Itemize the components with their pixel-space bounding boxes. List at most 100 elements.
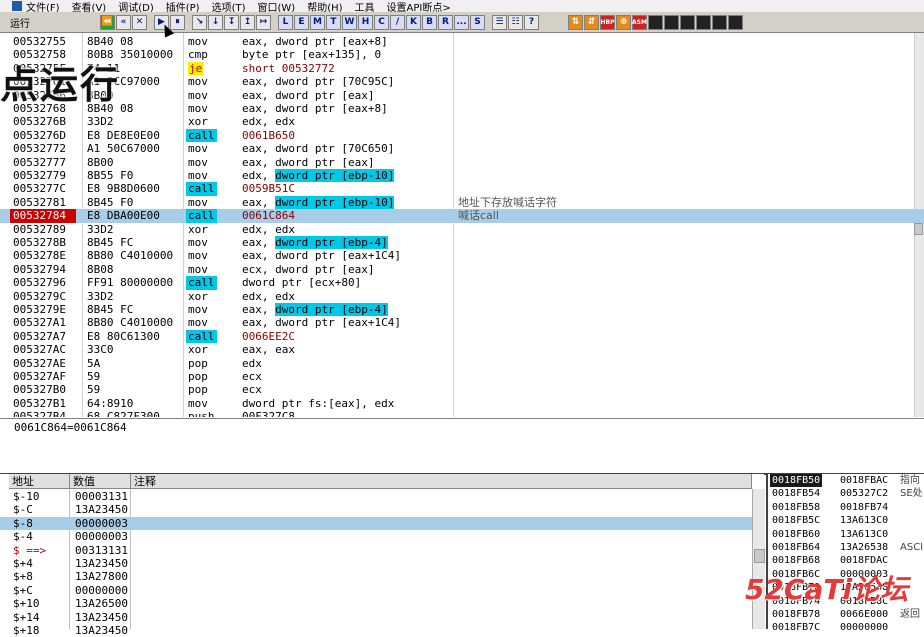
hardware-breakpoint-button[interactable]: HBP: [600, 14, 615, 30]
threads-window-button[interactable]: T: [326, 14, 341, 30]
cpu-window-button[interactable]: C: [374, 14, 389, 30]
stack-row[interactable]: $-10 00003131: [0, 490, 752, 503]
disasm-row[interactable]: 005327AE 5A pop edx: [0, 357, 924, 370]
disasm-row[interactable]: 00532766 8B00 mov eax, dword ptr [eax]: [0, 89, 924, 102]
disasm-row[interactable]: 005327A7 E8 80C61300 call 0066EE2C: [0, 329, 924, 344]
disasm-row[interactable]: 0053276D E8 DE8E0E00 call 0061B650: [0, 128, 924, 143]
help-icon[interactable]: ?: [524, 14, 539, 30]
stack-row[interactable]: $+C 00000000: [0, 584, 752, 597]
disasm-row[interactable]: 005327B0 59 pop ecx: [0, 383, 924, 396]
sort-down-icon[interactable]: ⇵: [584, 14, 599, 30]
disasm-row[interactable]: 00532779 8B55 F0 mov edx, dword ptr [ebp-10…: [0, 169, 924, 182]
disasm-row[interactable]: 00532755 8B40 08 mov eax, dword ptr [eax+8]: [0, 35, 924, 48]
column-header-value[interactable]: 数值: [70, 474, 131, 489]
disasm-row[interactable]: 0053276B 33D2 xor edx, edx: [0, 115, 924, 128]
disasm-row[interactable]: 0053278B 8B45 FC mov eax, dword ptr [ebp-4]: [0, 236, 924, 249]
disasm-row[interactable]: 00532758 80B8 35010000 cmp byte ptr [eax+13…: [0, 48, 924, 61]
disasm-row[interactable]: 00532772 A1 50C67000 mov eax, dword ptr [70…: [0, 142, 924, 155]
dump-row[interactable]: 0018FB60 13A613C0: [768, 528, 924, 541]
trace-into-icon[interactable]: ↧: [224, 14, 239, 30]
disasm-row[interactable]: 005327A1 8B80 C4010000 mov eax, dword ptr […: [0, 316, 924, 329]
blank-button-2[interactable]: [664, 14, 679, 30]
stack-row[interactable]: $-4 00000003: [0, 530, 752, 543]
run-trace-window-button[interactable]: ...: [454, 14, 469, 30]
disasm-row[interactable]: 00532794 8B08 mov ecx, dword ptr [eax]: [0, 263, 924, 276]
disasm-row[interactable]: 0053279E 8B45 FC mov eax, dword ptr [ebp-4]: [0, 303, 924, 316]
sort-up-icon[interactable]: ⇅: [568, 14, 583, 30]
restart-icon[interactable]: «: [116, 14, 131, 30]
disasm-operands: eax, dword ptr [70C650]: [242, 142, 394, 155]
dump-row[interactable]: 0018FB78 0066E000 返回: [768, 608, 924, 621]
stack-row[interactable]: $+8 13A27800: [0, 570, 752, 583]
disasm-row[interactable]: 00532781 8B45 F0 mov eax, dword ptr [ebp-10…: [0, 195, 924, 209]
dump-row[interactable]: 0018FB64 13A26538 ASCI: [768, 541, 924, 554]
disasm-row[interactable]: 00532761 A1 5CC97000 mov eax, dword ptr [70…: [0, 75, 924, 88]
column-header-address[interactable]: 地址: [9, 474, 70, 489]
disasm-row[interactable]: 00532777 8B00 mov eax, dword ptr [eax]: [0, 156, 924, 169]
disasm-row[interactable]: 005327B4 68 C827F300 push 00F327C8: [0, 410, 924, 417]
disasm-mnemonic: call: [186, 329, 217, 344]
step-over-icon[interactable]: ↓: [208, 14, 223, 30]
execute-till-return-icon[interactable]: ↦: [256, 14, 271, 30]
disasm-row[interactable]: 0053275F 74 11 je short 00532772: [0, 61, 924, 76]
source-window-button[interactable]: S: [470, 14, 485, 30]
callstack-window-button[interactable]: K: [406, 14, 421, 30]
blank-button-3[interactable]: [680, 14, 695, 30]
disasm-row[interactable]: 005327AF 59 pop ecx: [0, 370, 924, 383]
disasm-row[interactable]: 00532789 33D2 xor edx, edx: [0, 223, 924, 236]
toolbar: 运行 ⏪ « ✕ ▶ ⏸ ↘ ↓ ↧ ↥ ↦ L E M T W H C / K…: [0, 12, 924, 33]
disasm-row[interactable]: 00532784 E8 DBA00E00 call 0061C864 喊话call: [0, 209, 924, 223]
disasm-row[interactable]: 00532796 FF91 80000000 call dword ptr [ecx+…: [0, 276, 924, 290]
dump-value: 13A26538: [840, 542, 889, 553]
dump-row[interactable]: 0018FB54 005327C2 SE处: [768, 487, 924, 500]
patches-window-button[interactable]: /: [390, 14, 405, 30]
disasm-row[interactable]: 005327B1 64:8910 mov dword ptr fs:[eax], ed…: [0, 397, 924, 410]
asm-button[interactable]: ASM: [632, 14, 647, 30]
references-window-button[interactable]: R: [438, 14, 453, 30]
column-header-comment[interactable]: 注释: [131, 474, 752, 489]
stack-row[interactable]: $-C 13A23450: [0, 503, 752, 516]
dump-row[interactable]: 0018FB7C 00000000: [768, 621, 924, 634]
step-into-icon[interactable]: ↘: [192, 14, 207, 30]
dump-row[interactable]: 0018FB5C 13A613C0: [768, 514, 924, 527]
stack-row[interactable]: $+4 13A23450: [0, 557, 752, 570]
dump-row[interactable]: 0018FB58 0018FB74: [768, 501, 924, 514]
disasm-row[interactable]: 005327AC 33C0 xor eax, eax: [0, 343, 924, 356]
options-icon[interactable]: ☷: [508, 14, 523, 30]
stack-scrollbar-thumb[interactable]: [754, 549, 765, 563]
blank-button-1[interactable]: [648, 14, 663, 30]
list-icon[interactable]: ☰: [492, 14, 507, 30]
disasm-operands: ecx: [242, 370, 262, 383]
blank-button-5[interactable]: [712, 14, 727, 30]
trace-over-icon[interactable]: ↥: [240, 14, 255, 30]
blank-button-4[interactable]: [696, 14, 711, 30]
operand-text: edx, edx: [242, 222, 295, 236]
stack-row[interactable]: $+14 13A23450: [0, 611, 752, 624]
disassembly-pane[interactable]: 00532755 8B40 08 mov eax, dword ptr [eax+8]…: [0, 33, 924, 417]
disasm-row[interactable]: 0053278E 8B80 C4010000 mov eax, dword ptr […: [0, 249, 924, 262]
windows-window-button[interactable]: W: [342, 14, 357, 30]
open-icon[interactable]: ⏪: [100, 14, 115, 30]
disasm-row[interactable]: 0053277C E8 9B8D0600 call 0059B51C: [0, 182, 924, 196]
pause-icon[interactable]: ⏸: [170, 14, 185, 30]
operand-text: edx, edx: [242, 115, 295, 129]
log-window-button[interactable]: L: [278, 14, 293, 30]
target-icon[interactable]: ⊕: [616, 14, 631, 30]
close-icon[interactable]: ✕: [132, 14, 147, 30]
stack-row[interactable]: $-8 00000003: [0, 516, 752, 531]
memory-window-button[interactable]: M: [310, 14, 325, 30]
stack-scrollbar[interactable]: [752, 489, 765, 629]
stack-row[interactable]: $+18 13A23450: [0, 624, 752, 637]
stack-pane[interactable]: 地址 数值 注释 $-10 00003131 $-C 13A23450 $-8 00000…: [0, 474, 765, 637]
disasm-mnemonic: mov: [188, 88, 208, 102]
breakpoints-window-button[interactable]: B: [422, 14, 437, 30]
blank-button-6[interactable]: [728, 14, 743, 30]
stack-row[interactable]: $ ==> 00313131: [0, 544, 752, 557]
disasm-row[interactable]: 0053279C 33D2 xor edx, edx: [0, 290, 924, 303]
modules-window-button[interactable]: E: [294, 14, 309, 30]
dump-row[interactable]: 0018FB68 0018FDAC: [768, 554, 924, 567]
handles-window-button[interactable]: H: [358, 14, 373, 30]
disasm-row[interactable]: 00532768 8B40 08 mov eax, dword ptr [eax+8]: [0, 102, 924, 115]
dump-row[interactable]: 0018FB50 0018FBAC 指向: [768, 474, 924, 488]
stack-row[interactable]: $+10 13A26500: [0, 597, 752, 610]
